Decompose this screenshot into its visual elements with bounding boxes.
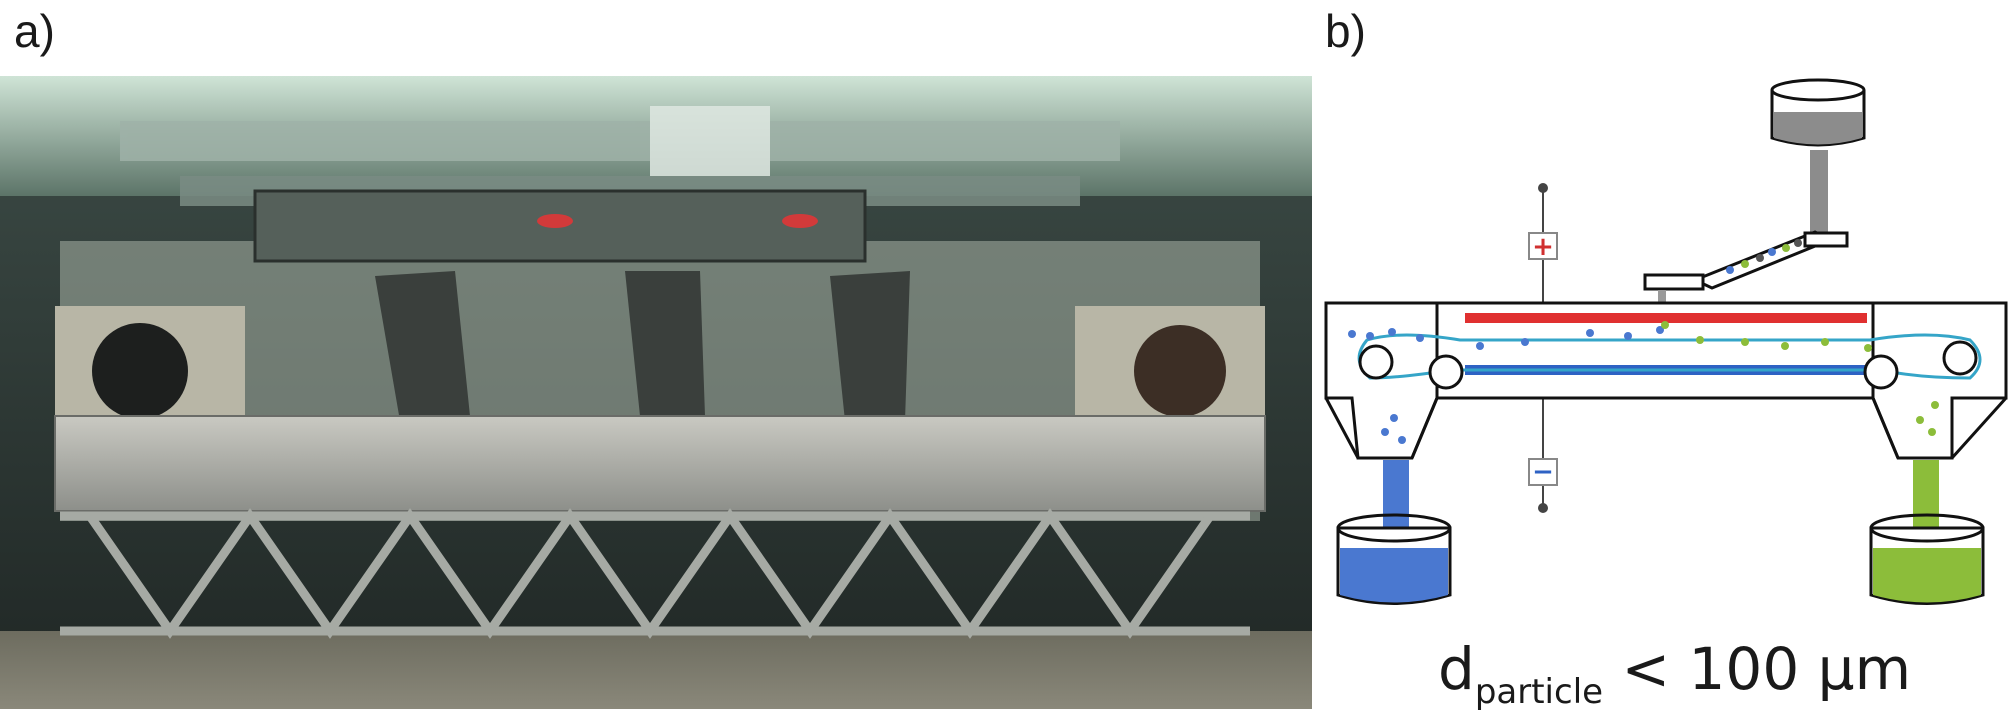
green-collection-beaker — [1869, 513, 1985, 605]
minus-sign: − — [1532, 457, 1554, 487]
particle-size-formula: dparticle < 100 μm — [1438, 640, 1911, 709]
blue-collection-beaker — [1336, 513, 1452, 605]
formula-symbol: d — [1438, 635, 1475, 703]
panel-a-label: a) — [14, 5, 55, 57]
formula-subscript: particle — [1474, 672, 1604, 712]
plus-sign: + — [1532, 232, 1554, 262]
formula-relation: < 100 μm — [1621, 635, 1912, 703]
separator-body-schematic: + − — [1324, 78, 2008, 605]
panel-b-label: b) — [1325, 5, 1366, 57]
separator-body — [54, 415, 1266, 512]
upper-feeder-assembly — [253, 189, 867, 263]
separator-photo — [0, 76, 1312, 709]
